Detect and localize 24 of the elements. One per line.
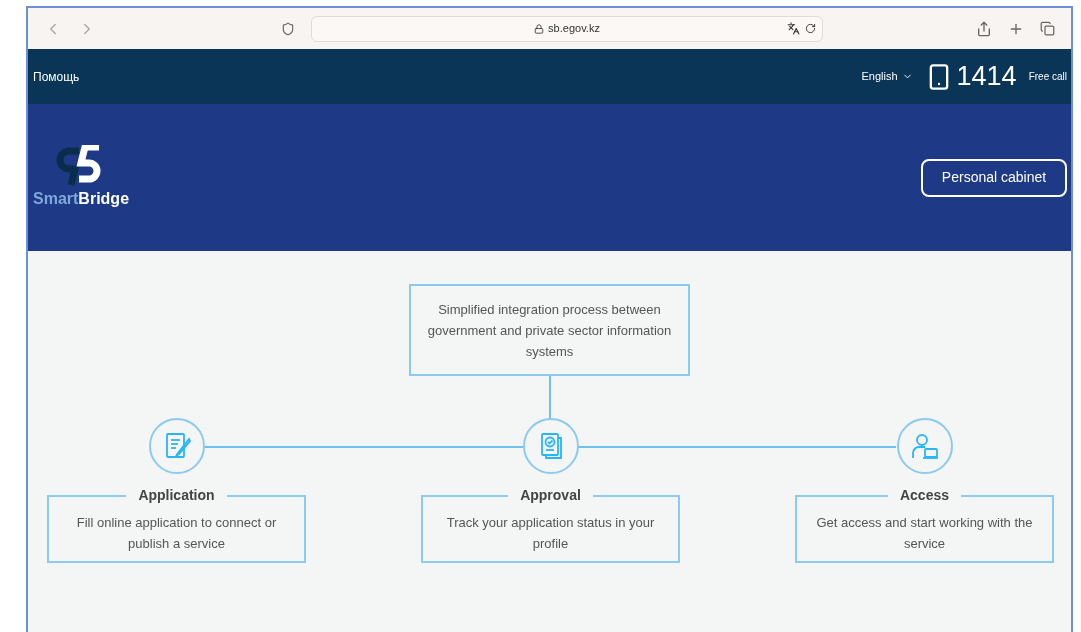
tabs-icon[interactable] — [1040, 21, 1055, 36]
lock-icon — [534, 23, 545, 34]
summary-box: Simplified integration process between government and private sector information systems — [409, 284, 690, 376]
language-selector[interactable]: English — [861, 68, 913, 85]
step-description: Get access and start working with the service — [815, 514, 1034, 553]
step-title: Approval — [519, 486, 582, 505]
phone-number: 1414 — [956, 60, 1017, 94]
address-bar[interactable]: sb.egov.kz — [311, 15, 823, 42]
personal-cabinet-button[interactable]: Personal cabinet — [921, 158, 1067, 197]
logo-text: Smart — [33, 188, 79, 209]
help-link[interactable]: Помощь — [33, 67, 80, 86]
translate-icon[interactable] — [787, 22, 800, 35]
reload-icon[interactable] — [805, 23, 816, 34]
step-title: Application — [137, 486, 216, 505]
share-icon[interactable] — [976, 20, 992, 37]
url-text: sb.egov.kz — [548, 21, 600, 37]
step-description: Fill online application to connect or publish a service — [75, 514, 278, 553]
connector-line — [549, 375, 551, 421]
phone-note: Free call — [1028, 70, 1067, 84]
shield-icon[interactable] — [281, 21, 295, 36]
person-laptop-icon — [909, 431, 940, 461]
logo-text: Bridge — [78, 188, 130, 209]
step-title: Access — [898, 486, 950, 505]
step-description: Track your application status in your profile — [445, 514, 656, 553]
